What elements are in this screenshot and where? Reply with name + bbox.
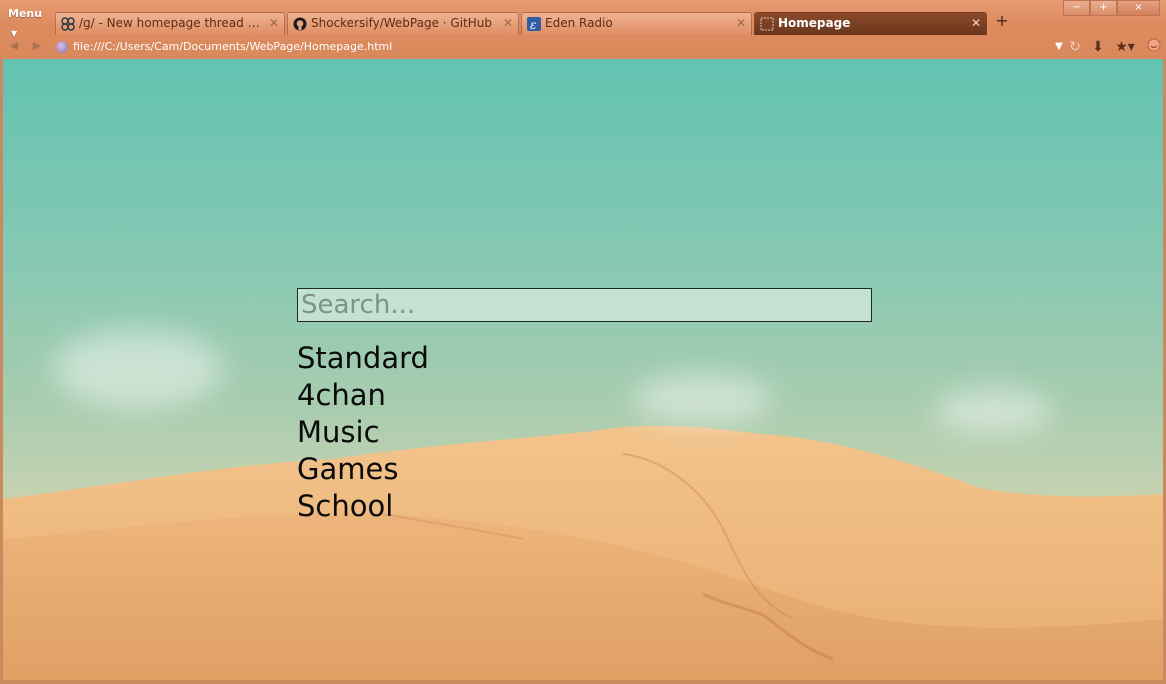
tab-close-icon[interactable]: ✕ [269, 13, 279, 34]
tab-label: Homepage [778, 16, 851, 30]
browser-menu-button[interactable]: Menu▼ [3, 4, 51, 38]
github-octocat-icon [293, 17, 307, 31]
tab-close-icon[interactable]: ✕ [736, 13, 746, 34]
4chan-clover-icon [61, 17, 75, 31]
link-standard[interactable]: Standard [297, 341, 429, 375]
tab-close-icon[interactable]: ✕ [503, 13, 513, 34]
tab-label: Eden Radio [545, 16, 613, 30]
url-text[interactable]: file:///C:/Users/Cam/Documents/WebPage/H… [73, 38, 392, 56]
addon-smiley-icon[interactable] [1145, 38, 1163, 56]
page-info-icon[interactable] [56, 41, 68, 53]
cloud [933, 389, 1053, 434]
search-input[interactable] [297, 288, 872, 322]
blank-page-icon [760, 17, 774, 31]
menu-label: Menu [8, 7, 43, 20]
link-school[interactable]: School [297, 489, 393, 523]
tab-homepage[interactable]: Homepage ✕ [754, 12, 987, 35]
back-icon[interactable]: ◀ [7, 39, 21, 53]
bookmark-star-icon[interactable]: ★▾ [1112, 38, 1138, 56]
minimize-button[interactable]: − [1063, 0, 1090, 16]
cloud [53, 329, 223, 409]
new-tab-button[interactable]: + [994, 12, 1010, 30]
list-item: 4chan [297, 377, 429, 414]
reload-icon[interactable]: ↻ [1066, 38, 1084, 56]
svg-text:ε: ε [530, 18, 536, 31]
window-frame-bottom [0, 680, 1166, 684]
tab-close-icon[interactable]: ✕ [971, 13, 981, 34]
tab-4chan-thread[interactable]: /g/ - New homepage thread due t... ✕ [55, 12, 285, 35]
page-viewport: Standard 4chan Music Games School [3, 59, 1163, 680]
maximize-button[interactable]: + [1090, 0, 1117, 16]
link-4chan[interactable]: 4chan [297, 378, 386, 412]
eden-radio-icon: ε [527, 17, 541, 31]
tab-label: /g/ - New homepage thread due t... [79, 16, 266, 30]
cloud [633, 374, 773, 424]
download-icon[interactable]: ⬇ [1089, 38, 1107, 56]
link-music[interactable]: Music [297, 415, 380, 449]
tab-eden-radio[interactable]: ε Eden Radio ✕ [521, 12, 752, 35]
list-item: School [297, 488, 429, 525]
list-item: Games [297, 451, 429, 488]
link-games[interactable]: Games [297, 452, 398, 486]
list-item: Standard [297, 340, 429, 377]
tab-github[interactable]: Shockersify/WebPage · GitHub ✕ [287, 12, 519, 35]
forward-icon[interactable]: ▶ [30, 39, 44, 53]
close-window-button[interactable]: × [1117, 0, 1160, 16]
list-item: Music [297, 414, 429, 451]
tab-label: Shockersify/WebPage · GitHub [311, 16, 492, 30]
link-list: Standard 4chan Music Games School [297, 340, 429, 525]
address-bar[interactable]: file:///C:/Users/Cam/Documents/WebPage/H… [56, 38, 1056, 56]
browser-chrome: Menu▼ /g/ - New homepage thread due t...… [0, 0, 1166, 60]
